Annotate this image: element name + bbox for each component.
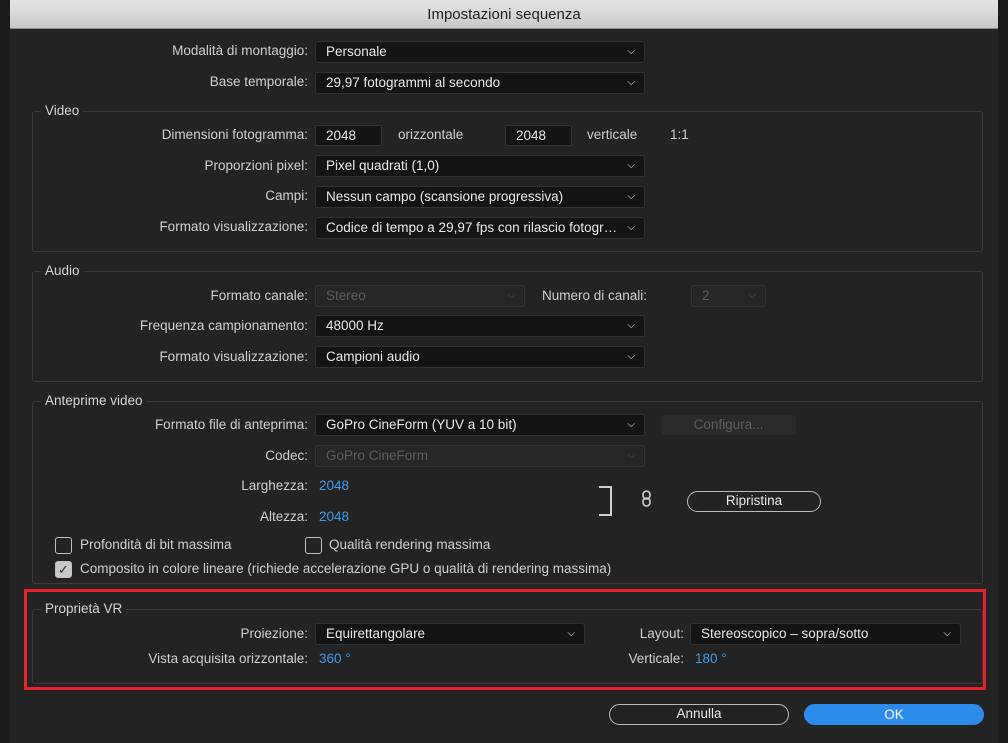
- channel-format-label: Formato canale:: [210, 288, 308, 303]
- audio-display-format-label: Formato visualizzazione:: [159, 349, 308, 364]
- sample-rate-label: Frequenza campionamento:: [139, 318, 308, 333]
- channel-count-dropdown: 2 ⌵: [691, 285, 766, 307]
- projection-value: Equirettangolare: [326, 626, 426, 641]
- vertical-label: verticale: [587, 127, 638, 142]
- sample-rate-value: 48000 Hz: [326, 318, 384, 333]
- chevron-down-icon: ⌵: [627, 77, 635, 88]
- projection-dropdown[interactable]: Equirettangolare ⌵: [315, 623, 585, 645]
- horizontal-view-value[interactable]: 360 °: [319, 651, 351, 666]
- vertical-view-value[interactable]: 180 °: [695, 651, 727, 666]
- channel-count-label: Numero di canali:: [542, 288, 648, 303]
- chevron-down-icon: ⌵: [627, 419, 635, 430]
- audio-display-format-value: Campioni audio: [326, 349, 420, 364]
- link-bracket: [599, 486, 612, 516]
- chevron-down-icon: ⌵: [507, 290, 515, 301]
- timebase-dropdown[interactable]: 29,97 fotogrammi al secondo ⌵: [315, 72, 645, 94]
- fields-label: Campi:: [265, 188, 308, 203]
- window-title: Impostazioni sequenza: [10, 0, 998, 29]
- check-icon: ✓: [58, 562, 69, 577]
- chevron-down-icon: ⌵: [567, 628, 575, 639]
- timebase-label: Base temporale:: [209, 74, 308, 89]
- chevron-down-icon: ⌵: [627, 351, 635, 362]
- preview-width-value[interactable]: 2048: [319, 478, 349, 493]
- preview-format-dropdown[interactable]: GoPro CineForm (YUV a 10 bit) ⌵: [315, 414, 645, 436]
- horizontal-view-label: Vista acquisita orizzontale:: [148, 651, 308, 666]
- chevron-down-icon: ⌵: [627, 160, 635, 171]
- linear-color-label: Composito in colore lineare (richiede ac…: [80, 561, 612, 576]
- channel-format-value: Stereo: [326, 288, 366, 303]
- frame-width-input[interactable]: 2048: [315, 125, 382, 146]
- layout-dropdown[interactable]: Stereoscopico – sopra/sotto ⌵: [690, 623, 961, 645]
- video-display-format-label: Formato visualizzazione:: [159, 219, 308, 234]
- editing-mode-dropdown[interactable]: Personale ⌵: [315, 41, 645, 63]
- preview-height-value[interactable]: 2048: [319, 509, 349, 524]
- chevron-down-icon: ⌵: [627, 46, 635, 57]
- editing-mode-value: Personale: [326, 44, 387, 59]
- chevron-down-icon: ⌵: [943, 628, 951, 639]
- chevron-down-icon: ⌵: [748, 290, 756, 301]
- video-group-title: Video: [41, 102, 84, 120]
- chevron-down-icon: ⌵: [627, 320, 635, 331]
- preview-format-value: GoPro CineForm (YUV a 10 bit): [326, 417, 517, 432]
- max-render-quality-checkbox[interactable]: [305, 537, 322, 554]
- cancel-button[interactable]: Annulla: [609, 704, 789, 725]
- pixel-aspect-label: Proporzioni pixel:: [204, 158, 308, 173]
- audio-group-title: Audio: [41, 262, 84, 280]
- codec-label: Codec:: [265, 448, 308, 463]
- vr-group-title: Proprietà VR: [41, 600, 127, 618]
- horizontal-label: orizzontale: [398, 127, 464, 142]
- max-bit-depth-label: Profondità di bit massima: [80, 537, 232, 552]
- configure-button[interactable]: Configura...: [661, 415, 796, 435]
- reset-button[interactable]: Ripristina: [687, 491, 821, 512]
- ok-button[interactable]: OK: [804, 704, 984, 725]
- codec-dropdown: GoPro CineForm ⌵: [315, 445, 645, 467]
- video-display-format-value: Codice di tempo a 29,97 fps con rilascio…: [326, 220, 637, 235]
- layout-label: Layout:: [639, 626, 684, 641]
- linear-color-checkbox[interactable]: ✓: [55, 561, 72, 578]
- preview-height-label: Altezza:: [259, 509, 308, 524]
- aspect-ratio-text: 1:1: [670, 127, 689, 142]
- video-previews-group-title: Anteprime video: [41, 392, 147, 410]
- projection-label: Proiezione:: [240, 626, 308, 641]
- channel-format-dropdown: Stereo ⌵: [315, 285, 525, 307]
- vr-group: [32, 609, 983, 684]
- video-display-format-dropdown[interactable]: Codice di tempo a 29,97 fps con rilascio…: [315, 217, 645, 239]
- frame-height-input[interactable]: 2048: [505, 125, 572, 146]
- frame-size-label: Dimensioni fotogramma:: [161, 127, 308, 142]
- max-bit-depth-checkbox[interactable]: [55, 537, 72, 554]
- sample-rate-dropdown[interactable]: 48000 Hz ⌵: [315, 315, 645, 337]
- chevron-down-icon: ⌵: [627, 222, 635, 233]
- audio-display-format-dropdown[interactable]: Campioni audio ⌵: [315, 346, 645, 368]
- max-render-quality-label: Qualità rendering massima: [329, 537, 491, 552]
- fields-value: Nessun campo (scansione progressiva): [326, 189, 564, 204]
- fields-dropdown[interactable]: Nessun campo (scansione progressiva) ⌵: [315, 186, 645, 208]
- codec-value: GoPro CineForm: [326, 448, 429, 463]
- pixel-aspect-value: Pixel quadrati (1,0): [326, 158, 440, 173]
- preview-width-label: Larghezza:: [241, 478, 308, 493]
- editing-mode-label: Modalità di montaggio:: [172, 43, 308, 58]
- chevron-down-icon: ⌵: [627, 191, 635, 202]
- pixel-aspect-dropdown[interactable]: Pixel quadrati (1,0) ⌵: [315, 155, 645, 177]
- link-icon[interactable]: [640, 490, 654, 508]
- vertical-view-label: Verticale:: [628, 651, 684, 666]
- layout-value: Stereoscopico – sopra/sotto: [701, 626, 869, 641]
- preview-format-label: Formato file di anteprima:: [154, 417, 308, 432]
- chevron-down-icon: ⌵: [627, 450, 635, 461]
- timebase-value: 29,97 fotogrammi al secondo: [326, 75, 501, 90]
- background-app-edge: [0, 29, 10, 743]
